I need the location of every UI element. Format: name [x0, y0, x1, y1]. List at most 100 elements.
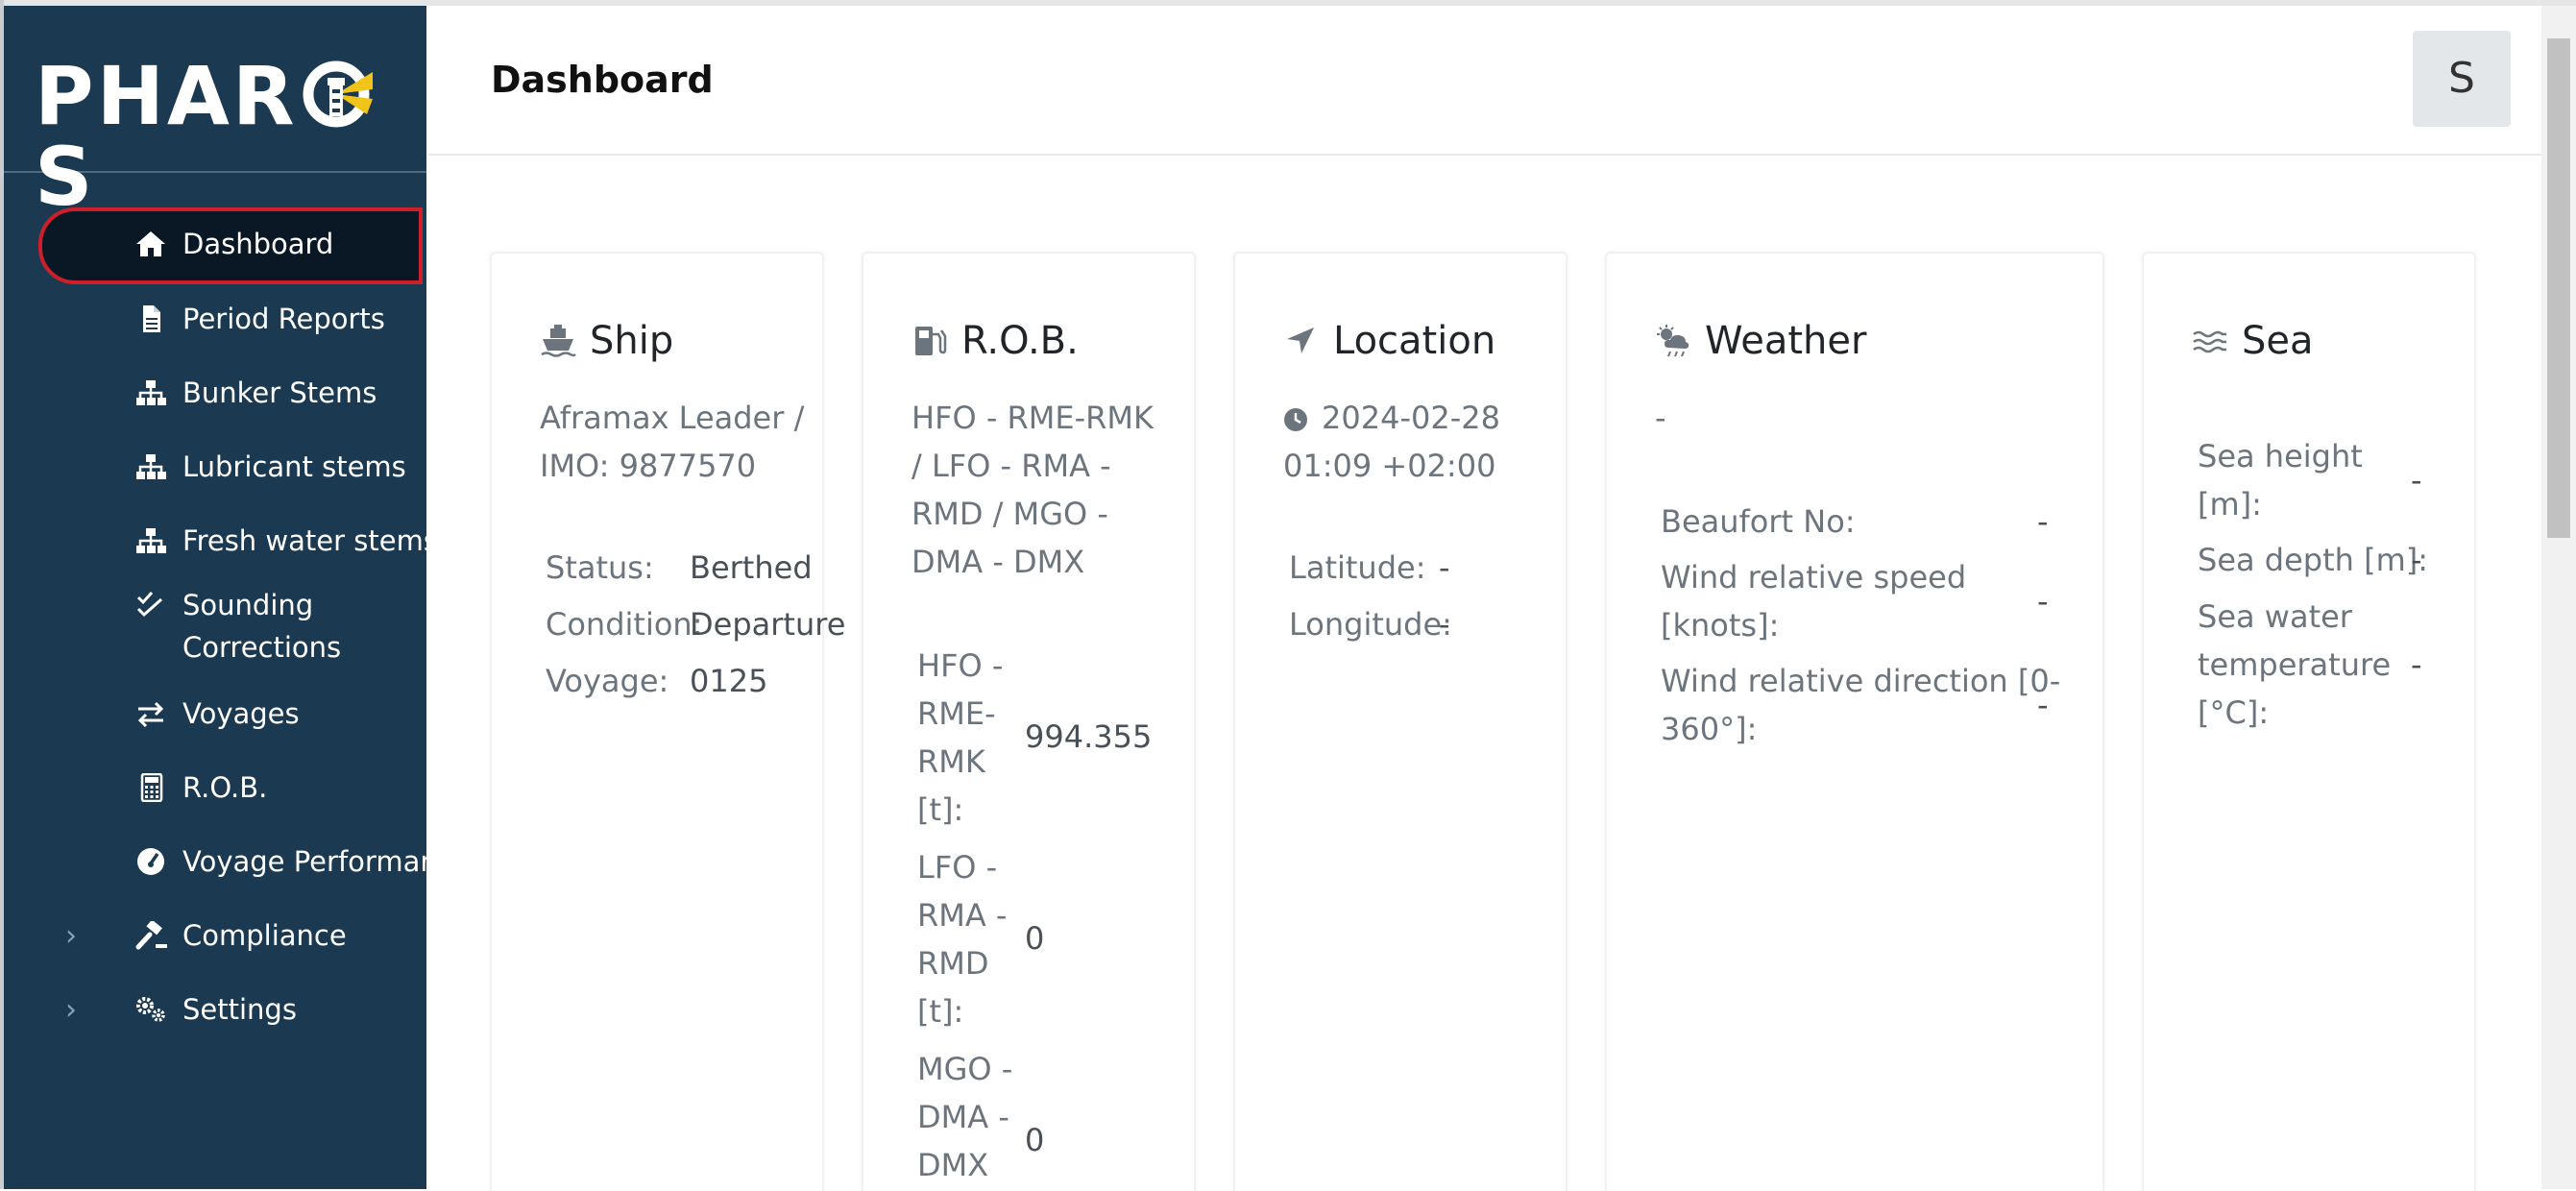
sea-depth-value: - [2411, 542, 2422, 578]
rob-label-line: MGO - [917, 1051, 1013, 1087]
card-title: R.O.B. [911, 319, 1079, 363]
card-title: Location [1283, 319, 1495, 363]
latitude-value: - [1439, 549, 1450, 586]
gauge-icon [134, 847, 167, 876]
timestamp-date: 2024-02-28 [1322, 400, 1500, 436]
rob-lfo-label: LFO - RMA - RMD [t]: [917, 843, 1007, 1035]
card-title: Weather [1655, 319, 1866, 363]
wind-speed-label-line: Wind relative speed [1661, 559, 1967, 596]
gears-icon [134, 995, 167, 1024]
sidebar-item-settings[interactable]: › Settings [38, 974, 423, 1045]
sidebar-item-label: Compliance [182, 919, 347, 952]
rob-label-line: DMA - [917, 1099, 1009, 1135]
sidebar-item-compliance[interactable]: › Compliance [38, 900, 423, 971]
wind-direction-label: Wind relative direction [0- 360°]: [1661, 657, 2060, 753]
status-value: Berthed [690, 549, 813, 586]
ship-imo: IMO: 9877570 [540, 448, 757, 484]
timestamp-time: 01:09 +02:00 [1283, 448, 1496, 484]
sea-height-value: - [2411, 462, 2422, 498]
sidebar-item-sounding-corrections[interactable]: Sounding Corrections [38, 584, 423, 672]
weather-summary: - [1655, 400, 1666, 436]
wind-direction-value: - [2037, 687, 2049, 723]
sidebar-item-lubricant-stems[interactable]: Lubricant stems [38, 431, 423, 502]
rob-label-line: RME- [917, 695, 996, 732]
sea-water-temperature-label: Sea water temperature [°C]: [2198, 593, 2391, 737]
sidebar-item-label: R.O.B. [182, 771, 268, 804]
document-icon [134, 304, 167, 333]
voyage-label: Voyage: [546, 663, 669, 699]
sidebar-item-dashboard[interactable]: Dashboard [38, 207, 423, 284]
sidebar-item-rob[interactable]: R.O.B. [38, 752, 423, 823]
rob-hfo-label: HFO - RME- RMK [t]: [917, 642, 1003, 834]
calculator-icon [134, 772, 167, 803]
chevron-right-icon[interactable]: › [65, 919, 77, 953]
sea-depth-label: Sea depth [m]: [2198, 542, 2429, 578]
sidebar-item-voyage-performance[interactable]: Voyage Performance [38, 826, 471, 897]
card-title: Ship [540, 319, 673, 363]
card-title-text: Ship [590, 319, 674, 363]
sidebar-item-label: Settings [182, 993, 297, 1026]
sea-card: Sea Sea height [m]: - Sea depth [m]: - S… [2142, 252, 2476, 1191]
ship-card: Ship Aframax Leader / IMO: 9877570 Statu… [490, 252, 845, 1191]
sidebar-item-voyages[interactable]: Voyages [38, 678, 423, 749]
latitude-label: Latitude: [1289, 549, 1426, 586]
rob-label-line: HFO - [917, 647, 1004, 684]
card-title: Sea [2192, 319, 2314, 363]
user-avatar-button[interactable]: S [2413, 31, 2511, 127]
sidebar-item-period-reports[interactable]: Period Reports [38, 283, 423, 354]
logo-area: PHAR S [4, 6, 426, 217]
location-timestamp: 2024-02-28 01:09 +02:00 [1283, 394, 1500, 490]
swap-arrows-icon [134, 699, 167, 728]
voyage-value: 0125 [690, 663, 768, 699]
location-card: Location 2024-02-28 01:09 +02:00 Latitud… [1233, 252, 1567, 1191]
sidebar-item-label: Voyage Performance [182, 845, 471, 878]
sea-temp-label-line: Sea water [2198, 598, 2352, 635]
rob-desc-line: / LFO - RMA - [911, 448, 1111, 484]
condition-label: Condition: [546, 606, 703, 643]
rob-hfo-value: 994.355 [1025, 718, 1153, 755]
scrollbar-thumb[interactable] [2547, 38, 2570, 538]
ship-name-line1: Aframax Leader / [540, 400, 805, 436]
wind-direction-label-line: 360°]: [1661, 711, 1758, 747]
pharos-logo[interactable]: PHAR S [35, 56, 426, 217]
wind-speed-value: - [2037, 583, 2049, 620]
sidebar-item-bunker-stems[interactable]: Bunker Stems [38, 357, 423, 428]
wind-speed-label-line: [knots]: [1661, 607, 1780, 644]
sea-temp-label-line: temperature [2198, 646, 2392, 683]
lighthouse-logo-icon [300, 60, 373, 128]
rob-desc-line: DMA - DMX [911, 544, 1085, 580]
sea-height-label: Sea height [m]: [2198, 432, 2363, 528]
sea-water-temperature-value: - [2411, 646, 2422, 683]
sidebar-item-label: Lubricant stems [182, 450, 406, 483]
beaufort-label: Beaufort No: [1661, 503, 1856, 540]
rob-card: R.O.B. HFO - RME-RMK / LFO - RMA - RMD /… [862, 252, 1196, 1191]
sea-height-label-line: Sea height [2198, 438, 2363, 474]
card-title-text: Weather [1705, 319, 1867, 363]
cloud-sun-rain-icon [1655, 323, 1691, 357]
card-title-text: Location [1333, 319, 1496, 363]
chevron-right-icon[interactable]: › [65, 993, 77, 1027]
sitemap-icon [134, 378, 167, 407]
sidebar: PHAR S Dashboard Period Reports Bunker S… [4, 6, 471, 1189]
sidebar-item-label-line2: Corrections [182, 631, 342, 664]
rob-label-line: [t]: [917, 791, 964, 828]
sidebar-item-label: Period Reports [182, 303, 385, 335]
gas-pump-icon [911, 323, 948, 355]
rob-desc-line: RMD / MGO - [911, 496, 1108, 532]
home-icon [134, 230, 167, 258]
sidebar-item-label-line1: Sounding [182, 589, 314, 621]
condition-value: Departure [690, 606, 846, 643]
longitude-label: Longitude: [1289, 606, 1452, 643]
rob-label-line: [t]: [917, 993, 964, 1030]
water-waves-icon [2192, 323, 2228, 355]
rob-label-line: RMA - [917, 897, 1008, 934]
sidebar-item-fresh-water-stems[interactable]: Fresh water stems [38, 505, 438, 576]
gavel-icon [134, 919, 167, 950]
page-title: Dashboard [491, 59, 714, 101]
status-label: Status: [546, 549, 654, 586]
sidebar-item-label: Voyages [182, 697, 300, 730]
rob-desc-line: HFO - RME-RMK [911, 400, 1154, 436]
sitemap-icon [134, 452, 167, 481]
card-title-text: Sea [2242, 319, 2314, 363]
sidebar-item-label: Dashboard [182, 228, 334, 260]
